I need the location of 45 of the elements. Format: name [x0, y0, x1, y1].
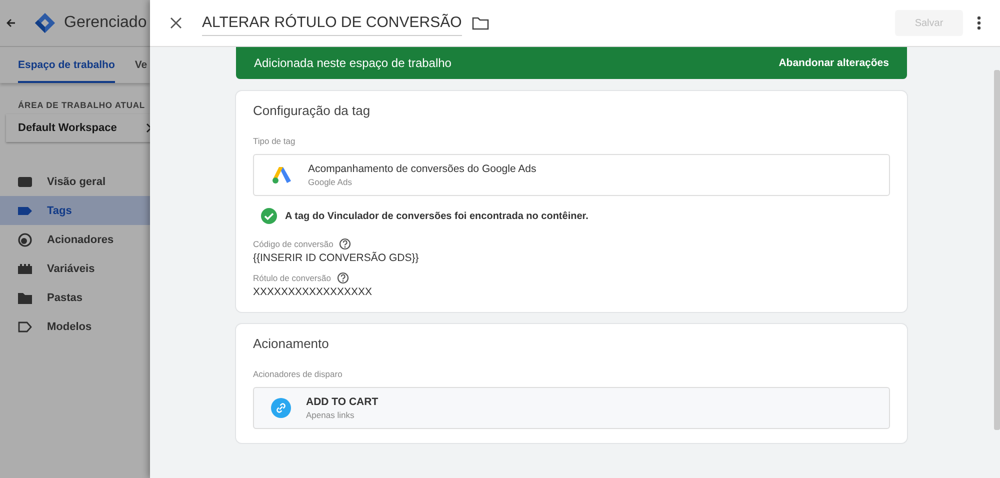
tab[interactable]: Ve: [134, 47, 148, 83]
link-icon: [271, 398, 291, 418]
back-arrow-icon: [6, 18, 16, 28]
help-icon: [336, 272, 349, 284]
check-circle-icon: [261, 208, 277, 224]
field-value: XXXXXXXXXXXXXXXXX: [253, 286, 374, 298]
card-title: Configuração da tag: [253, 103, 372, 118]
more-menu-icon: [977, 16, 981, 30]
nav-item[interactable]: Variáveis: [0, 254, 150, 283]
folder-icon: [472, 16, 489, 30]
ads-logo-icon: [271, 165, 293, 185]
workspace-selector[interactable]: Default Workspace: [6, 114, 150, 142]
trigger-type: Apenas links: [306, 410, 356, 420]
overview-icon: [17, 174, 33, 188]
trigger-name: ADD TO CART: [306, 396, 378, 408]
nav-item[interactable]: Pastas: [0, 283, 150, 312]
tag-type-vendor: Google Ads: [308, 177, 353, 187]
field-label: Tipo de tag: [253, 136, 296, 146]
section-label: ÁREA DE TRABALHO ATUAL: [18, 100, 146, 110]
tag-type-selector[interactable]: Acompanhamento de conversões do Google Ads Google Ads: [253, 154, 890, 196]
banner-text: Adicionada neste espaço de trabalho: [254, 56, 452, 70]
field-label: Rótulo de conversão: [253, 273, 331, 283]
field-value: {{INSERIR ID CONVERSÃO GDS}}: [253, 252, 420, 264]
nav-item[interactable]: Modelos: [0, 312, 150, 341]
variable-icon: [17, 262, 33, 276]
help-icon: [339, 238, 352, 250]
notice-text: A tag do Vinculador de conversões foi encontrada no contêiner.: [285, 210, 588, 222]
template-icon: [17, 320, 33, 334]
card-title: Acionamento: [253, 336, 330, 351]
scrollbar[interactable]: [994, 70, 1000, 430]
app-title: Gerenciado: [64, 14, 147, 32]
trigger-item[interactable]: ADD TO CART Apenas links: [253, 387, 890, 429]
discard-link[interactable]: Abandonar alterações: [778, 57, 889, 69]
title-field[interactable]: ALTERAR RÓTULO DE CONVERSÃO: [202, 10, 462, 36]
trigger-icon: [17, 232, 33, 246]
diamond-logo-icon: [34, 12, 56, 34]
folder-icon: [17, 290, 33, 304]
tag-type-name: Acompanhamento de conversões do Google Ads: [308, 163, 536, 175]
field-label: Código de conversão: [253, 239, 334, 249]
nav-item[interactable]: Acionadores: [0, 225, 150, 254]
nav-item[interactable]: Tags: [0, 196, 150, 225]
tab[interactable]: Espaço de trabalho: [18, 47, 115, 83]
field-label: Acionadores de disparo: [253, 369, 344, 379]
nav-item[interactable]: Visão geral: [0, 167, 150, 196]
close-icon: [170, 17, 182, 29]
